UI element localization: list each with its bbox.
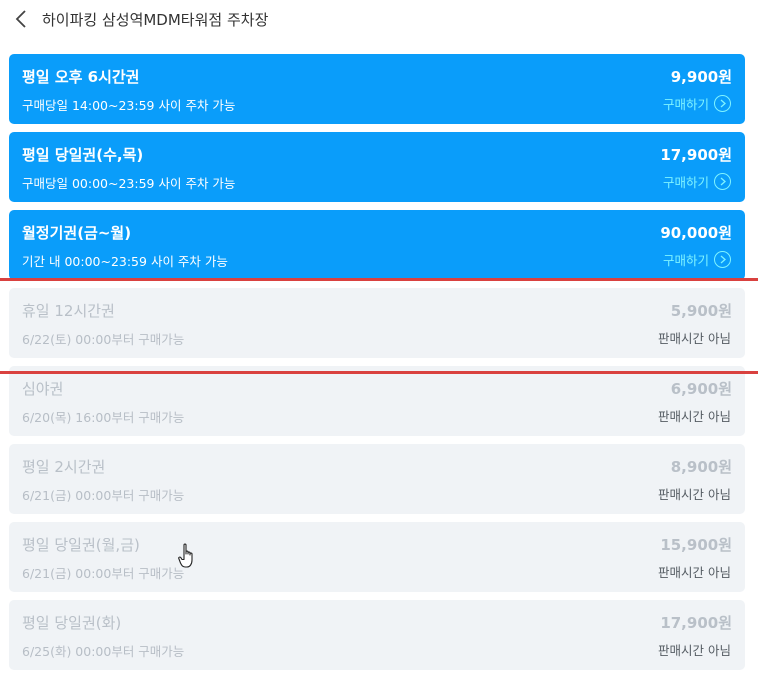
top-bar: 하이파킹 삼성역MDM타워점 주차장 (0, 0, 758, 38)
ticket-price: 5,900원 (670, 302, 732, 320)
ticket-list: 평일 오후 6시간권 구매당일 14:00~23:59 사이 주차 가능 9,9… (9, 54, 745, 678)
ticket-description: 6/21(금) 00:00부터 구매가능 (22, 488, 185, 503)
ticket-name: 휴일 12시간권 (22, 302, 115, 320)
buy-button[interactable]: 구매하기 (663, 172, 731, 191)
ticket-card-disabled: 심야권 6/20(목) 16:00부터 구매가능 6,900원 판매시간 아님 (9, 366, 745, 436)
ticket-card-disabled: 휴일 12시간권 6/22(토) 00:00부터 구매가능 5,900원 판매시… (9, 288, 745, 358)
ticket-description: 구매당일 14:00~23:59 사이 주차 가능 (22, 98, 236, 113)
ticket-name: 평일 오후 6시간권 (22, 68, 140, 86)
ticket-card[interactable]: 월정기권(금~월) 기간 내 00:00~23:59 사이 주차 가능 90,0… (9, 210, 745, 280)
ticket-name: 심야권 (22, 380, 64, 398)
annotation-line-top (0, 278, 758, 281)
not-on-sale-label: 판매시간 아님 (658, 643, 731, 658)
page-title: 하이파킹 삼성역MDM타워점 주차장 (42, 11, 269, 29)
ticket-price: 17,900원 (660, 146, 732, 164)
ticket-card[interactable]: 평일 오후 6시간권 구매당일 14:00~23:59 사이 주차 가능 9,9… (9, 54, 745, 124)
chevron-right-circle-icon (714, 251, 731, 268)
ticket-price: 9,900원 (670, 68, 732, 86)
not-on-sale-label: 판매시간 아님 (658, 409, 731, 424)
ticket-price: 90,000원 (660, 224, 732, 242)
not-on-sale-label: 판매시간 아님 (658, 331, 731, 346)
buy-label: 구매하기 (662, 175, 709, 190)
ticket-card[interactable]: 평일 당일권(수,목) 구매당일 00:00~23:59 사이 주차 가능 17… (9, 132, 745, 202)
hand-pointer-cursor-icon (178, 543, 193, 568)
annotation-line-bottom (0, 371, 758, 374)
ticket-name: 평일 당일권(수,목) (22, 146, 144, 164)
chevron-right-circle-icon (714, 95, 731, 112)
buy-button[interactable]: 구매하기 (663, 250, 731, 269)
ticket-card-disabled: 평일 당일권(월,금) 6/21(금) 00:00부터 구매가능 15,900원… (9, 522, 745, 592)
ticket-price: 8,900원 (670, 458, 732, 476)
ticket-name: 평일 2시간권 (22, 458, 106, 476)
ticket-name: 월정기권(금~월) (22, 224, 132, 242)
ticket-price: 6,900원 (670, 380, 732, 398)
ticket-price: 17,900원 (660, 614, 732, 632)
back-arrow-icon[interactable] (12, 8, 30, 30)
ticket-description: 6/25(화) 00:00부터 구매가능 (22, 644, 185, 659)
buy-label: 구매하기 (662, 97, 709, 112)
ticket-card-disabled: 평일 2시간권 6/21(금) 00:00부터 구매가능 8,900원 판매시간… (9, 444, 745, 514)
ticket-description: 6/20(목) 16:00부터 구매가능 (22, 410, 185, 425)
buy-label: 구매하기 (662, 253, 709, 268)
ticket-description: 구매당일 00:00~23:59 사이 주차 가능 (22, 176, 236, 191)
not-on-sale-label: 판매시간 아님 (658, 487, 731, 502)
ticket-name: 평일 당일권(화) (22, 614, 122, 632)
ticket-description: 6/21(금) 00:00부터 구매가능 (22, 566, 185, 581)
ticket-price: 15,900원 (660, 536, 732, 554)
ticket-card-disabled: 평일 당일권(화) 6/25(화) 00:00부터 구매가능 17,900원 판… (9, 600, 745, 670)
ticket-description: 기간 내 00:00~23:59 사이 주차 가능 (22, 254, 228, 269)
buy-button[interactable]: 구매하기 (663, 94, 731, 113)
ticket-name: 평일 당일권(월,금) (22, 536, 140, 554)
ticket-description: 6/22(토) 00:00부터 구매가능 (22, 332, 185, 347)
chevron-right-circle-icon (714, 173, 731, 190)
not-on-sale-label: 판매시간 아님 (658, 565, 731, 580)
